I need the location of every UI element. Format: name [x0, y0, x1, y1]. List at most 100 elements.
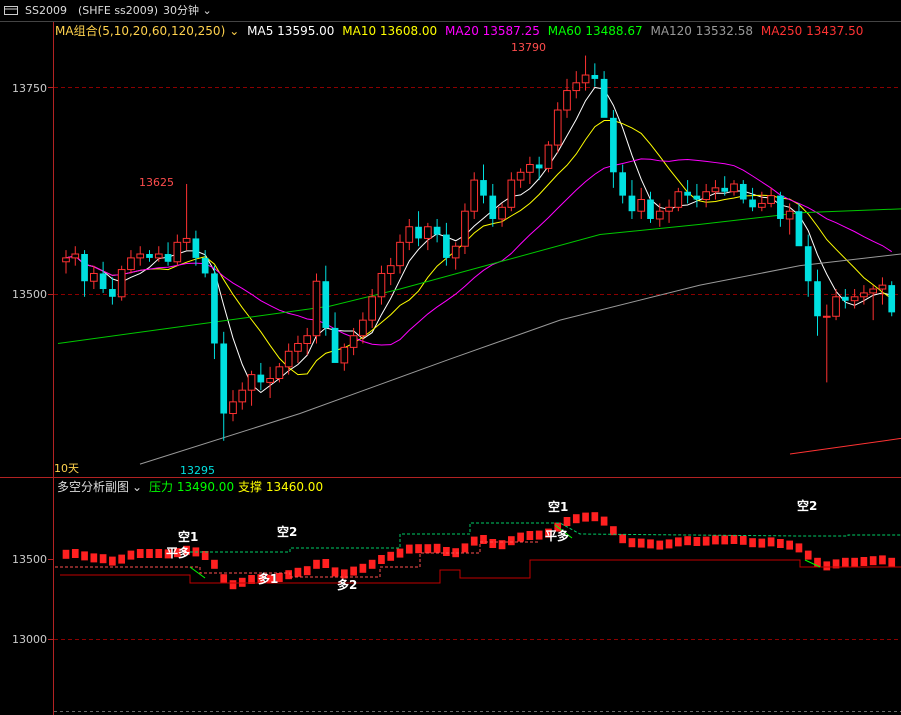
- indicator-bar: [359, 563, 367, 573]
- indicator-bar: [888, 557, 896, 567]
- candle-body: [832, 296, 840, 317]
- pressure-value: 压力 13490.00: [149, 480, 234, 494]
- sub-chart-title-arrow[interactable]: ⌄: [132, 480, 142, 494]
- candle-body: [275, 366, 284, 380]
- candle-body: [173, 241, 182, 263]
- candle-body: [62, 257, 70, 263]
- indicator-bar: [684, 536, 691, 546]
- candle-body: [610, 117, 617, 173]
- indicator-bar: [795, 543, 803, 553]
- indicator-bar: [433, 543, 441, 553]
- indicator-bar: [507, 536, 515, 546]
- candle-body: [841, 296, 849, 301]
- candle-body: [637, 199, 646, 212]
- candle-body: [869, 288, 878, 294]
- candle-body: [628, 195, 636, 212]
- indicator-bar: [693, 537, 701, 546]
- indicator-bar: [600, 516, 608, 526]
- indicator-bar: [665, 539, 673, 549]
- sub-y-tick-13000: 13000: [12, 633, 47, 646]
- candle-body: [795, 211, 803, 247]
- candle-body: [600, 78, 608, 118]
- ma10-line: [65, 120, 893, 376]
- candle-body: [785, 210, 794, 220]
- candle-body: [850, 296, 859, 302]
- candle-body: [146, 254, 153, 258]
- indicator-bar: [712, 535, 719, 545]
- candle-body: [757, 202, 766, 208]
- candle-body: [860, 292, 868, 298]
- candle-body: [303, 335, 312, 344]
- candle-body: [730, 183, 738, 193]
- indicator-bar: [229, 580, 237, 590]
- indicator-bar: [470, 536, 478, 546]
- sub-chart-title[interactable]: 多空分析副图: [57, 480, 129, 494]
- candle-body: [693, 195, 701, 200]
- indicator-bar: [220, 574, 228, 584]
- indicator-bar: [739, 535, 747, 545]
- y-tick-13500: 13500: [12, 288, 47, 301]
- indicator-bar: [211, 559, 218, 569]
- indicator-bar: [415, 544, 422, 554]
- candle-body: [331, 327, 339, 363]
- indicator-bar: [628, 538, 636, 548]
- candle-body: [415, 226, 422, 239]
- candle-body: [284, 350, 293, 368]
- candle-body: [665, 206, 673, 212]
- candle-body: [192, 238, 200, 258]
- indicator-bar: [767, 537, 775, 547]
- candle-body: [647, 199, 654, 219]
- indicator-bar: [238, 577, 246, 587]
- signal-long1: 多1: [258, 571, 278, 586]
- indicator-bar: [869, 556, 877, 566]
- signal-short1-b: 空1: [548, 499, 568, 514]
- candle-body: [99, 273, 107, 290]
- indicator-bar: [702, 536, 710, 546]
- candle-body: [247, 374, 256, 391]
- indicator-bar: [146, 549, 153, 558]
- signal-arrow-1: [189, 566, 206, 579]
- candle-body: [480, 180, 487, 196]
- indicator-bar: [758, 538, 766, 548]
- indicator-bar: [322, 559, 330, 568]
- candle-body: [340, 346, 349, 364]
- indicator-bar: [619, 534, 627, 544]
- indicator-bar: [424, 544, 432, 554]
- candle-body: [804, 246, 812, 282]
- low-price-label: 13295: [180, 464, 215, 477]
- signal-close-long-b: 平多: [545, 528, 569, 543]
- indicator-bar: [823, 561, 831, 571]
- indicator-bar: [285, 570, 293, 580]
- candle-body: [563, 90, 571, 111]
- indicator-bar: [313, 559, 320, 569]
- candle-body: [535, 164, 543, 169]
- indicator-bar: [480, 535, 487, 544]
- candle-body: [544, 144, 553, 169]
- y-tick-13750: 13750: [12, 82, 47, 95]
- indicator-bar: [879, 555, 886, 565]
- indicator-bar: [804, 550, 812, 560]
- indicator-bar: [387, 551, 395, 561]
- candle-body: [164, 254, 172, 262]
- candle-body: [507, 179, 516, 208]
- candle-body: [349, 335, 358, 348]
- ma20-line: [65, 158, 892, 346]
- indicator-bar: [860, 557, 868, 566]
- candle-body: [777, 195, 784, 219]
- indicator-bar: [90, 553, 98, 563]
- indicator-bar: [647, 539, 654, 549]
- candle-body: [266, 378, 274, 383]
- candle-body: [423, 226, 432, 239]
- indicator-bar: [99, 554, 107, 564]
- moving-average-lines: [57, 86, 901, 465]
- signal-short1: 空1: [178, 529, 198, 544]
- candle-body: [377, 272, 386, 298]
- price-chart[interactable]: 13750 13500 13790 13625 13295 10天 多空分析副图…: [0, 0, 901, 715]
- indicator-bar: [526, 531, 534, 540]
- indicator-bar: [851, 557, 858, 567]
- candle-body: [498, 206, 506, 220]
- sub-y-tick-13500: 13500: [12, 553, 47, 566]
- candle-body: [749, 199, 756, 208]
- indicator-bar: [109, 556, 116, 566]
- candle-body: [739, 183, 747, 200]
